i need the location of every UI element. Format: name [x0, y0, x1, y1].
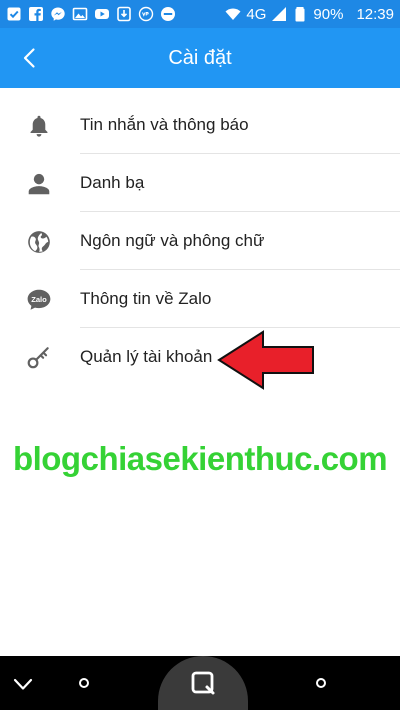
watermark-text: blogchiasekienthuc.com	[12, 440, 388, 477]
settings-item-contacts[interactable]: Danh bạ	[0, 154, 400, 212]
image-icon	[72, 6, 88, 22]
battery-icon	[292, 6, 308, 22]
settings-item-language-font[interactable]: Ngôn ngữ và phông chữ	[0, 212, 400, 270]
bell-icon	[26, 113, 52, 139]
zalo-chat-icon: Zalo	[26, 287, 52, 313]
nav-home-button[interactable]	[158, 656, 248, 710]
chevron-left-icon	[23, 48, 35, 68]
settings-item-label: Quản lý tài khoản	[80, 347, 213, 366]
vpn-icon	[138, 6, 154, 22]
clock: 12:39	[356, 5, 394, 23]
settings-item-account-management[interactable]: Quản lý tài khoản	[0, 328, 400, 386]
signal-icon	[271, 6, 287, 22]
nav-back-icon[interactable]	[12, 673, 34, 695]
settings-item-about-zalo[interactable]: Zalo Thông tin về Zalo	[0, 270, 400, 328]
arrow-annotation-icon	[217, 330, 314, 390]
settings-item-label: Danh bạ	[80, 173, 145, 192]
network-type: 4G	[246, 5, 267, 23]
nav-dot-icon[interactable]	[316, 678, 326, 688]
app-bar: Cài đặt	[0, 28, 400, 88]
settings-list: Tin nhắn và thông báo Danh bạ Ngôn ngữ v…	[0, 96, 400, 386]
key-icon	[26, 345, 52, 371]
wifi-icon	[225, 6, 241, 22]
settings-item-label: Ngôn ngữ và phông chữ	[80, 231, 265, 250]
globe-icon	[26, 229, 52, 255]
person-icon	[26, 171, 52, 197]
settings-item-label: Thông tin về Zalo	[80, 289, 212, 308]
youtube-icon	[94, 6, 110, 22]
facebook-icon	[28, 6, 44, 22]
settings-item-label: Tin nhắn và thông báo	[80, 115, 249, 134]
dnd-icon	[160, 6, 176, 22]
status-bar: 4G 90% 12:39	[0, 0, 400, 28]
nav-dot-icon[interactable]	[79, 678, 89, 688]
settings-item-messages-notifications[interactable]: Tin nhắn và thông báo	[0, 96, 400, 154]
battery-percent: 90%	[313, 5, 344, 23]
nav-home-icon	[191, 671, 215, 695]
back-button[interactable]	[14, 42, 46, 74]
page-title: Cài đặt	[168, 46, 232, 69]
checkbox-icon	[6, 6, 22, 22]
svg-text:Zalo: Zalo	[31, 295, 47, 304]
download-icon	[116, 6, 132, 22]
navigation-bar	[0, 656, 400, 710]
messenger-icon	[50, 6, 66, 22]
